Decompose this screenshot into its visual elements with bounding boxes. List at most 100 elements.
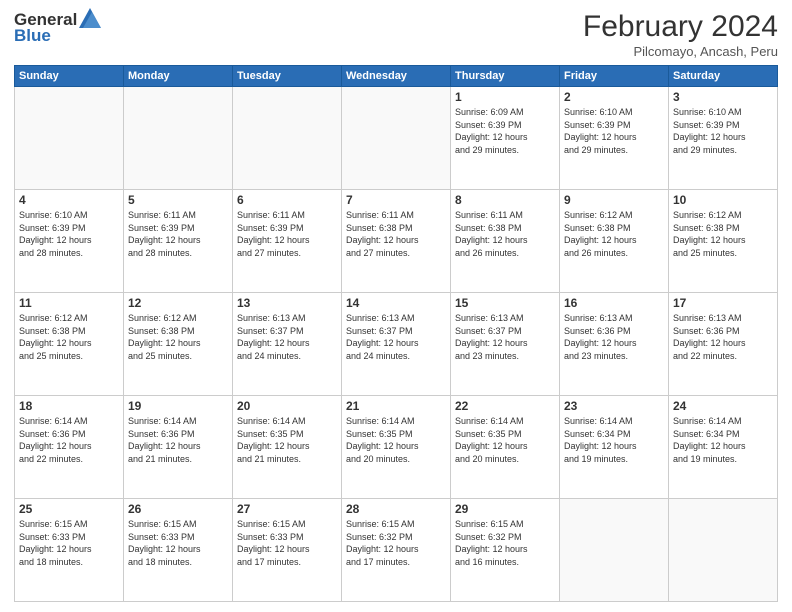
- day-number: 13: [237, 296, 337, 310]
- day-number: 2: [564, 90, 664, 104]
- day-number: 29: [455, 502, 555, 516]
- day-number: 11: [19, 296, 119, 310]
- day-number: 20: [237, 399, 337, 413]
- day-info: Sunrise: 6:11 AMSunset: 6:39 PMDaylight:…: [128, 209, 228, 259]
- calendar-week-row: 18 Sunrise: 6:14 AMSunset: 6:36 PMDayligh…: [15, 396, 778, 499]
- table-row: 29 Sunrise: 6:15 AMSunset: 6:32 PMDayligh…: [451, 499, 560, 602]
- day-info: Sunrise: 6:13 AMSunset: 6:37 PMDaylight:…: [237, 312, 337, 362]
- col-wednesday: Wednesday: [342, 66, 451, 87]
- day-info: Sunrise: 6:11 AMSunset: 6:38 PMDaylight:…: [455, 209, 555, 259]
- day-number: 26: [128, 502, 228, 516]
- table-row: 23 Sunrise: 6:14 AMSunset: 6:34 PMDayligh…: [560, 396, 669, 499]
- table-row: [124, 87, 233, 190]
- day-info: Sunrise: 6:14 AMSunset: 6:35 PMDaylight:…: [237, 415, 337, 465]
- day-info: Sunrise: 6:13 AMSunset: 6:36 PMDaylight:…: [673, 312, 773, 362]
- day-number: 19: [128, 399, 228, 413]
- day-number: 4: [19, 193, 119, 207]
- table-row: 2 Sunrise: 6:10 AMSunset: 6:39 PMDaylight…: [560, 87, 669, 190]
- day-info: Sunrise: 6:15 AMSunset: 6:33 PMDaylight:…: [237, 518, 337, 568]
- day-info: Sunrise: 6:12 AMSunset: 6:38 PMDaylight:…: [673, 209, 773, 259]
- table-row: 3 Sunrise: 6:10 AMSunset: 6:39 PMDaylight…: [669, 87, 778, 190]
- table-row: 22Sunrise: 6:14 AMSunset: 6:35 PMDayligh…: [451, 396, 560, 499]
- day-number: 24: [673, 399, 773, 413]
- table-row: [669, 499, 778, 602]
- day-info: Sunrise: 6:15 AMSunset: 6:32 PMDaylight:…: [455, 518, 555, 568]
- day-number: 18: [19, 399, 119, 413]
- col-monday: Monday: [124, 66, 233, 87]
- day-info: Sunrise: 6:15 AMSunset: 6:33 PMDaylight:…: [128, 518, 228, 568]
- logo-icon: [79, 8, 101, 28]
- calendar-week-row: 4 Sunrise: 6:10 AMSunset: 6:39 PMDaylight…: [15, 190, 778, 293]
- day-number: 21: [346, 399, 446, 413]
- day-info: Sunrise: 6:15 AMSunset: 6:32 PMDaylight:…: [346, 518, 446, 568]
- table-row: 16 Sunrise: 6:13 AMSunset: 6:36 PMDayligh…: [560, 293, 669, 396]
- day-info: Sunrise: 6:13 AMSunset: 6:37 PMDaylight:…: [455, 312, 555, 362]
- table-row: 26 Sunrise: 6:15 AMSunset: 6:33 PMDayligh…: [124, 499, 233, 602]
- table-row: 17Sunrise: 6:13 AMSunset: 6:36 PMDayligh…: [669, 293, 778, 396]
- day-info: Sunrise: 6:10 AMSunset: 6:39 PMDaylight:…: [673, 106, 773, 156]
- table-row: 28 Sunrise: 6:15 AMSunset: 6:32 PMDayligh…: [342, 499, 451, 602]
- day-number: 15: [455, 296, 555, 310]
- table-row: [342, 87, 451, 190]
- day-info: Sunrise: 6:11 AMSunset: 6:39 PMDaylight:…: [237, 209, 337, 259]
- day-number: 28: [346, 502, 446, 516]
- calendar-header-row: Sunday Monday Tuesday Wednesday Thursday…: [15, 66, 778, 87]
- day-info: Sunrise: 6:10 AMSunset: 6:39 PMDaylight:…: [19, 209, 119, 259]
- table-row: 25 Sunrise: 6:15 AMSunset: 6:33 PMDayligh…: [15, 499, 124, 602]
- table-row: 14 Sunrise: 6:13 AMSunset: 6:37 PMDayligh…: [342, 293, 451, 396]
- table-row: 19 Sunrise: 6:14 AMSunset: 6:36 PMDayligh…: [124, 396, 233, 499]
- calendar-week-row: 25 Sunrise: 6:15 AMSunset: 6:33 PMDayligh…: [15, 499, 778, 602]
- day-info: Sunrise: 6:15 AMSunset: 6:33 PMDaylight:…: [19, 518, 119, 568]
- table-row: 24 Sunrise: 6:14 AMSunset: 6:34 PMDayligh…: [669, 396, 778, 499]
- day-number: 10: [673, 193, 773, 207]
- day-number: 7: [346, 193, 446, 207]
- day-number: 25: [19, 502, 119, 516]
- table-row: 18 Sunrise: 6:14 AMSunset: 6:36 PMDayligh…: [15, 396, 124, 499]
- calendar-week-row: 11 Sunrise: 6:12 AMSunset: 6:38 PMDayligh…: [15, 293, 778, 396]
- calendar-table: Sunday Monday Tuesday Wednesday Thursday…: [14, 65, 778, 602]
- table-row: 15 Sunrise: 6:13 AMSunset: 6:37 PMDayligh…: [451, 293, 560, 396]
- day-number: 6: [237, 193, 337, 207]
- day-info: Sunrise: 6:12 AMSunset: 6:38 PMDaylight:…: [19, 312, 119, 362]
- day-info: Sunrise: 6:12 AMSunset: 6:38 PMDaylight:…: [564, 209, 664, 259]
- day-number: 3: [673, 90, 773, 104]
- table-row: 6 Sunrise: 6:11 AMSunset: 6:39 PMDaylight…: [233, 190, 342, 293]
- table-row: 13 Sunrise: 6:13 AMSunset: 6:37 PMDayligh…: [233, 293, 342, 396]
- calendar-location: Pilcomayo, Ancash, Peru: [583, 44, 778, 59]
- table-row: [233, 87, 342, 190]
- day-number: 5: [128, 193, 228, 207]
- table-row: 8 Sunrise: 6:11 AMSunset: 6:38 PMDaylight…: [451, 190, 560, 293]
- day-number: 14: [346, 296, 446, 310]
- table-row: 1Sunrise: 6:09 AMSunset: 6:39 PMDaylight…: [451, 87, 560, 190]
- table-row: [560, 499, 669, 602]
- day-info: Sunrise: 6:14 AMSunset: 6:34 PMDaylight:…: [673, 415, 773, 465]
- day-info: Sunrise: 6:12 AMSunset: 6:38 PMDaylight:…: [128, 312, 228, 362]
- day-info: Sunrise: 6:14 AMSunset: 6:34 PMDaylight:…: [564, 415, 664, 465]
- day-info: Sunrise: 6:14 AMSunset: 6:36 PMDaylight:…: [19, 415, 119, 465]
- calendar-week-row: 1Sunrise: 6:09 AMSunset: 6:39 PMDaylight…: [15, 87, 778, 190]
- day-number: 9: [564, 193, 664, 207]
- calendar-title: February 2024: [583, 10, 778, 44]
- day-info: Sunrise: 6:14 AMSunset: 6:35 PMDaylight:…: [455, 415, 555, 465]
- table-row: [15, 87, 124, 190]
- table-row: 10 Sunrise: 6:12 AMSunset: 6:38 PMDayligh…: [669, 190, 778, 293]
- day-info: Sunrise: 6:14 AMSunset: 6:35 PMDaylight:…: [346, 415, 446, 465]
- title-block: February 2024 Pilcomayo, Ancash, Peru: [583, 10, 778, 59]
- day-info: Sunrise: 6:14 AMSunset: 6:36 PMDaylight:…: [128, 415, 228, 465]
- page: General Blue February 2024 Pilcomayo, An…: [0, 0, 792, 612]
- table-row: 4 Sunrise: 6:10 AMSunset: 6:39 PMDaylight…: [15, 190, 124, 293]
- table-row: 11 Sunrise: 6:12 AMSunset: 6:38 PMDayligh…: [15, 293, 124, 396]
- header: General Blue February 2024 Pilcomayo, An…: [14, 10, 778, 59]
- day-number: 23: [564, 399, 664, 413]
- logo-blue-text: Blue: [14, 26, 51, 46]
- day-number: 8: [455, 193, 555, 207]
- day-info: Sunrise: 6:13 AMSunset: 6:37 PMDaylight:…: [346, 312, 446, 362]
- logo: General Blue: [14, 10, 101, 46]
- day-number: 12: [128, 296, 228, 310]
- day-number: 16: [564, 296, 664, 310]
- day-info: Sunrise: 6:13 AMSunset: 6:36 PMDaylight:…: [564, 312, 664, 362]
- table-row: 5 Sunrise: 6:11 AMSunset: 6:39 PMDaylight…: [124, 190, 233, 293]
- table-row: 9 Sunrise: 6:12 AMSunset: 6:38 PMDaylight…: [560, 190, 669, 293]
- day-info: Sunrise: 6:10 AMSunset: 6:39 PMDaylight:…: [564, 106, 664, 156]
- table-row: 27Sunrise: 6:15 AMSunset: 6:33 PMDayligh…: [233, 499, 342, 602]
